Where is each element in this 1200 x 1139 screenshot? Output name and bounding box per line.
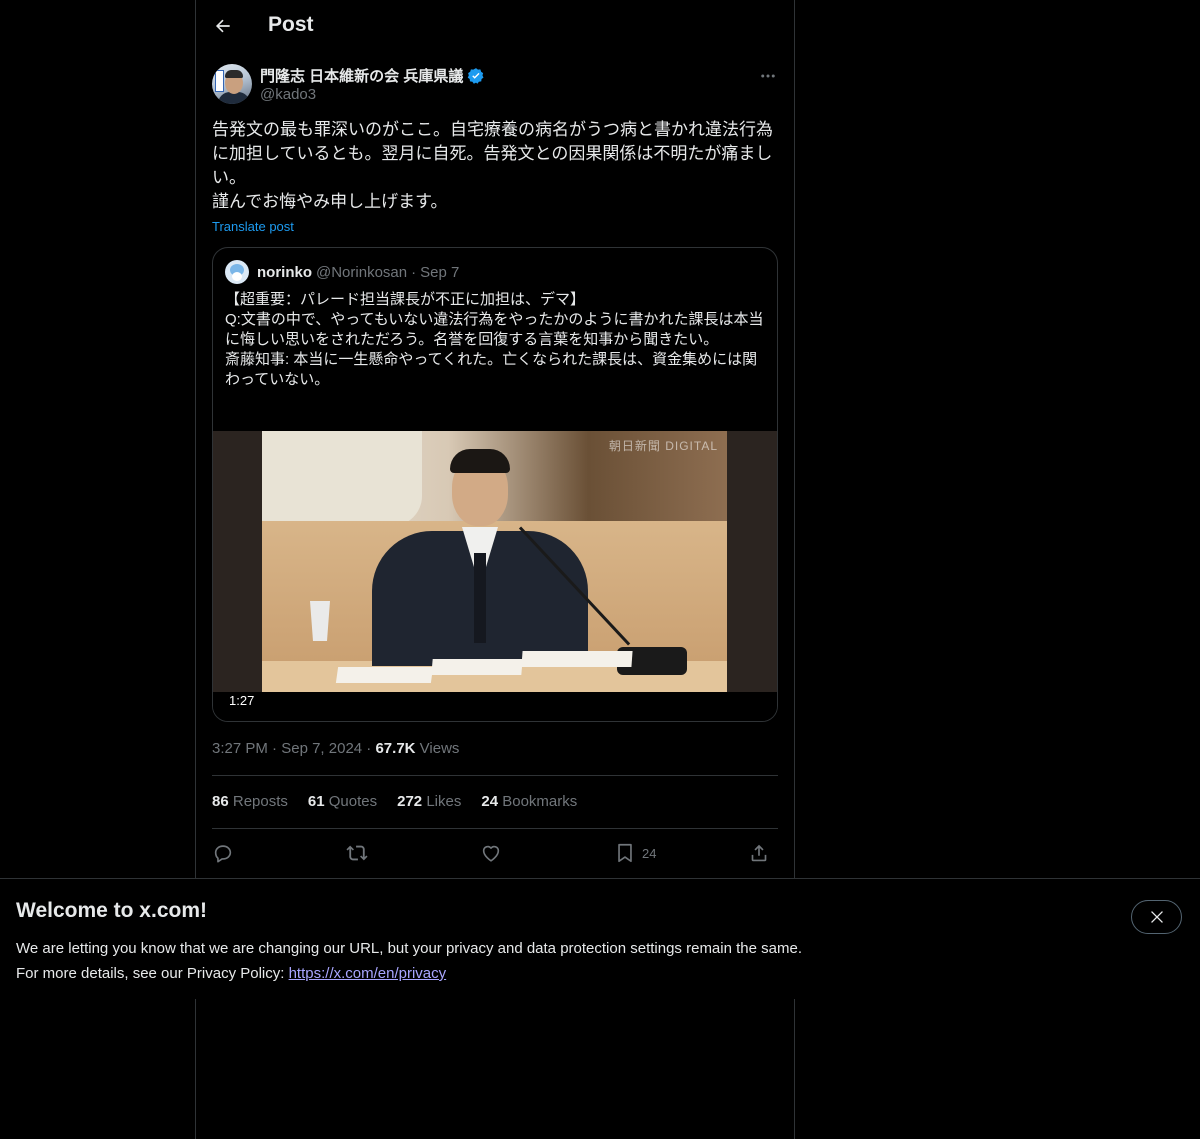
post-text: 告発文の最も罪深いのがここ。自宅療養の病名がうつ病と書かれ違法行為 に加担してい… [212,120,773,211]
views-label: Views [419,740,460,757]
meta-separator: · [366,740,372,757]
share-icon [751,844,767,862]
divider [212,775,778,776]
post-stats: 86 Reposts 61 Quotes 272 Likes 24 Bookma… [212,793,577,810]
banner-text: We are letting you know that we are chan… [16,936,802,986]
back-arrow-icon [215,19,230,33]
divider [212,828,778,829]
close-banner-button[interactable] [1131,900,1182,934]
author-avatar[interactable] [212,64,252,104]
bookmark-icon [618,843,632,863]
meta-separator: · [272,740,278,757]
more-icon [761,74,775,78]
author-name[interactable]: 門隆志 日本維新の会 兵庫県議 [260,65,463,86]
quotes-count: 61 [307,793,325,810]
quote-header: norinko @Norinkosan · Sep 7 [225,260,459,284]
quote-text: 【超重要：パレード担当課長が不正に加担は、デマ】 Q:文書の中で、やってもいない… [225,291,764,388]
quote-separator: · [411,263,417,281]
banner-line-2: For more details, see our Privacy Policy… [16,961,802,986]
like-button[interactable] [480,838,502,868]
quote-author-name: norinko [257,263,312,281]
post-meta: 3:27 PM · Sep 7, 2024 · 67.7K Views [212,740,459,757]
reposts-count: 86 [212,793,229,810]
quotes-stat[interactable]: 61 Quotes [308,793,377,810]
reposts-label: Reposts [232,793,288,810]
repost-icon [346,845,368,861]
post-author: 門隆志 日本維新の会 兵庫県議 @kado3 [212,64,778,108]
close-icon [1150,911,1163,923]
quote-author-handle: @Norinkosan [316,263,408,281]
welcome-banner: Welcome to x.com! We are letting you kno… [0,878,1200,999]
likes-label: Likes [426,793,462,810]
more-button[interactable] [758,66,778,86]
page-title: Post [268,13,314,36]
back-button[interactable] [206,9,240,43]
page-header: Post [196,0,794,53]
reply-icon [214,845,232,863]
privacy-policy-link[interactable]: https://x.com/en/privacy [289,965,447,982]
video-watermark: 朝日新聞 DIGITAL [608,439,718,453]
bookmark-count: 24 [642,845,657,861]
verified-badge-icon [468,67,484,84]
author-name-row[interactable]: 門隆志 日本維新の会 兵庫県議 [260,65,485,86]
likes-count: 272 [397,793,423,810]
reply-button[interactable] [212,838,234,868]
likes-stat[interactable]: 272 Likes [397,793,461,810]
video-duration: 1:27 [225,692,259,709]
quotes-label: Quotes [328,793,378,810]
bookmarks-label: Bookmarks [502,793,578,810]
share-button[interactable] [748,838,770,868]
post-date[interactable]: Sep 7, 2024 [281,740,362,757]
author-handle[interactable]: @kado3 [260,86,316,103]
action-bar: 24 [212,838,778,868]
bookmarks-stat[interactable]: 24 Bookmarks [481,793,577,810]
translate-post-link[interactable]: Translate post [212,219,294,234]
banner-line-1: We are letting you know that we are chan… [16,940,802,957]
post-time[interactable]: 3:27 PM [212,740,268,757]
repost-button[interactable] [346,838,368,868]
quote-video[interactable]: 朝日新聞 DIGITAL [213,431,777,692]
video-frame: 朝日新聞 DIGITAL [262,431,728,692]
quoted-post[interactable]: norinko @Norinkosan · Sep 7 【超重要：パレード担当課… [212,247,778,722]
quote-avatar[interactable] [225,260,249,284]
reposts-stat[interactable]: 86 Reposts [212,793,288,810]
bookmark-button[interactable]: 24 [614,838,656,868]
bookmarks-count: 24 [481,793,499,810]
banner-line-2-prefix: For more details, see our Privacy Policy… [16,965,289,982]
banner-title: Welcome to x.com! [16,899,207,922]
like-icon [482,845,500,862]
views-count: 67.7K [375,740,416,757]
quote-date: Sep 7 [420,263,460,281]
